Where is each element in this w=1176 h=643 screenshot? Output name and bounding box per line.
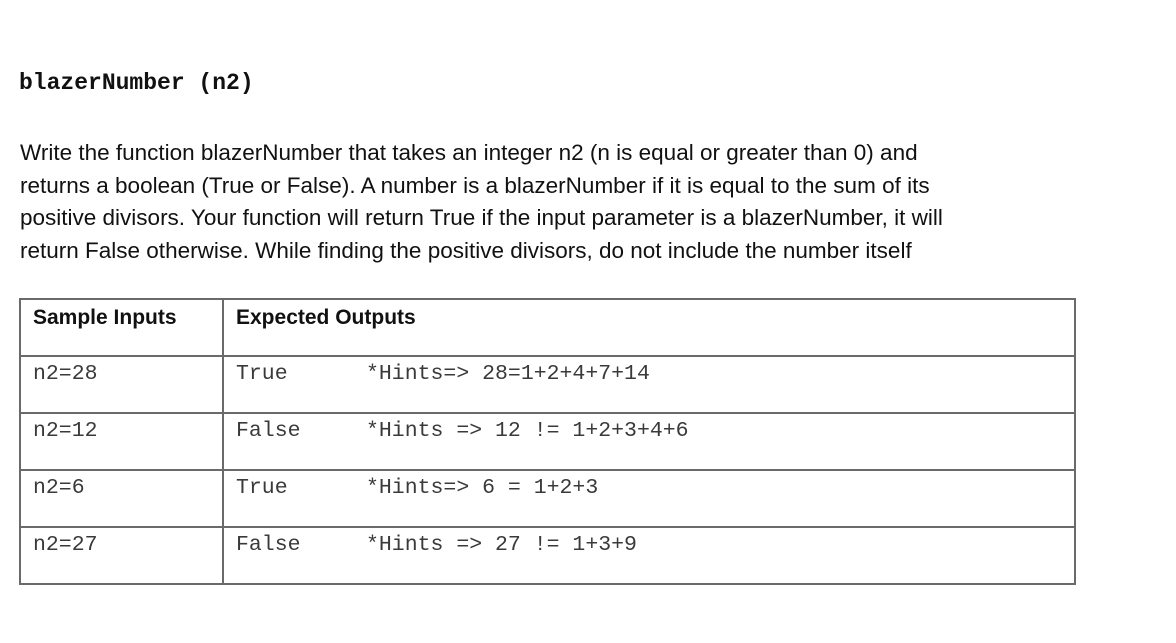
output-value: False <box>236 533 301 557</box>
sample-input-cell: n2=27 <box>19 526 224 585</box>
expected-output-cell: True *Hints=> 6 = 1+2+3 <box>222 469 1076 528</box>
description-line: positive divisors. Your function will re… <box>20 205 943 230</box>
description-line: Write the function blazerNumber that tak… <box>20 140 918 165</box>
output-value: True <box>236 476 288 500</box>
problem-description: Write the function blazerNumber that tak… <box>20 137 1100 267</box>
output-value: False <box>236 419 301 443</box>
table-row: n2=6 True *Hints=> 6 = 1+2+3 <box>19 469 1076 528</box>
sample-input-cell: n2=28 <box>19 355 224 414</box>
header-sample-inputs: Sample Inputs <box>19 298 224 357</box>
output-hint: *Hints => 27 != 1+3+9 <box>366 533 637 557</box>
sample-io-table: Sample Inputs Expected Outputs n2=28 Tru… <box>19 298 1076 585</box>
description-line: returns a boolean (True or False). A num… <box>20 172 930 198</box>
sample-input-cell: n2=12 <box>19 412 224 471</box>
output-hint: *Hints=> 6 = 1+2+3 <box>366 476 599 500</box>
table-header-row: Sample Inputs Expected Outputs <box>19 298 1076 357</box>
expected-output-cell: False *Hints => 12 != 1+2+3+4+6 <box>222 412 1076 471</box>
output-hint: *Hints => 12 != 1+2+3+4+6 <box>366 419 689 443</box>
function-signature-heading: blazerNumber (n2) <box>19 70 254 96</box>
table-row: n2=28 True *Hints=> 28=1+2+4+7+14 <box>19 355 1076 414</box>
description-line: return False otherwise. While finding th… <box>20 237 912 263</box>
table-row: n2=12 False *Hints => 12 != 1+2+3+4+6 <box>19 412 1076 471</box>
sample-input-cell: n2=6 <box>19 469 224 528</box>
output-hint: *Hints=> 28=1+2+4+7+14 <box>366 362 650 386</box>
document-page: blazerNumber (n2) Write the function bla… <box>0 0 1176 643</box>
expected-output-cell: True *Hints=> 28=1+2+4+7+14 <box>222 355 1076 414</box>
output-value: True <box>236 362 288 386</box>
header-expected-outputs: Expected Outputs <box>222 298 1076 357</box>
expected-output-cell: False *Hints => 27 != 1+3+9 <box>222 526 1076 585</box>
table-row: n2=27 False *Hints => 27 != 1+3+9 <box>19 526 1076 585</box>
